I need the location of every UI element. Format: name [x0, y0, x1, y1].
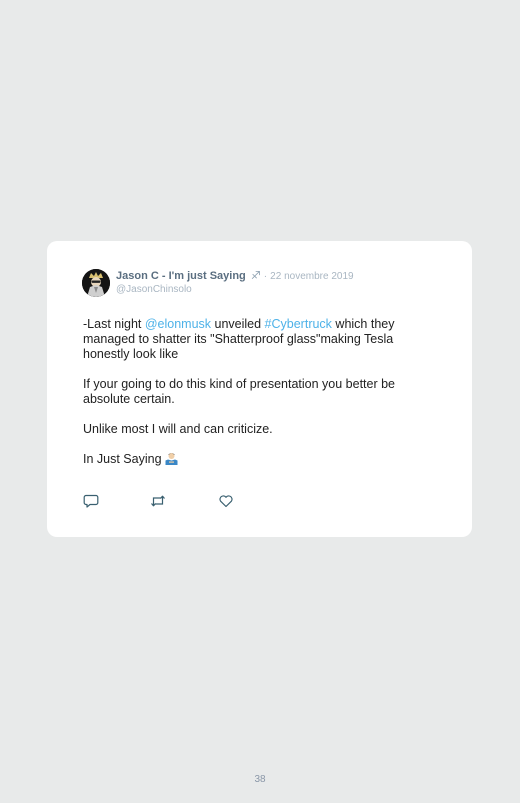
separator-dot: · — [263, 271, 268, 282]
tweet-paragraph: Unlike most I will and can criticize. — [83, 422, 273, 436]
tweet-body: -Last night @elonmusk unveiled #Cybertru… — [83, 317, 428, 484]
user-handle[interactable]: @JasonChinsolo — [116, 283, 452, 296]
person-shrugging-icon — [165, 452, 178, 469]
paragraph-text: -Last night — [83, 317, 145, 331]
tweet-card: Jason C - I'm just Saying ♐ · 22 novembr… — [47, 241, 472, 537]
tweet-date[interactable]: 22 novembre 2019 — [270, 271, 353, 282]
mention-link[interactable]: @elonmusk — [145, 317, 211, 331]
display-name[interactable]: Jason C - I'm just Saying — [116, 270, 246, 282]
tweet-paragraph: If your going to do this kind of present… — [83, 377, 396, 406]
page-number: 38 — [254, 774, 266, 785]
like-icon[interactable] — [218, 493, 234, 509]
tweet-header: Jason C - I'm just Saying ♐ · 22 novembr… — [116, 270, 452, 296]
hashtag-link[interactable]: #Cybertruck — [265, 317, 332, 331]
retweet-icon[interactable] — [150, 493, 166, 509]
name-row: Jason C - I'm just Saying ♐ · 22 novembr… — [116, 270, 452, 283]
reply-icon[interactable] — [83, 493, 99, 509]
avatar[interactable] — [82, 269, 110, 297]
paragraph-text: unveiled — [211, 317, 265, 331]
tweet-paragraph: -Last night @elonmusk unveiled #Cybertru… — [83, 317, 428, 362]
zodiac-sign: ♐ — [250, 270, 261, 282]
paragraph-text: In Just Saying — [83, 452, 162, 466]
tweet-paragraph: In Just Saying — [83, 452, 428, 469]
